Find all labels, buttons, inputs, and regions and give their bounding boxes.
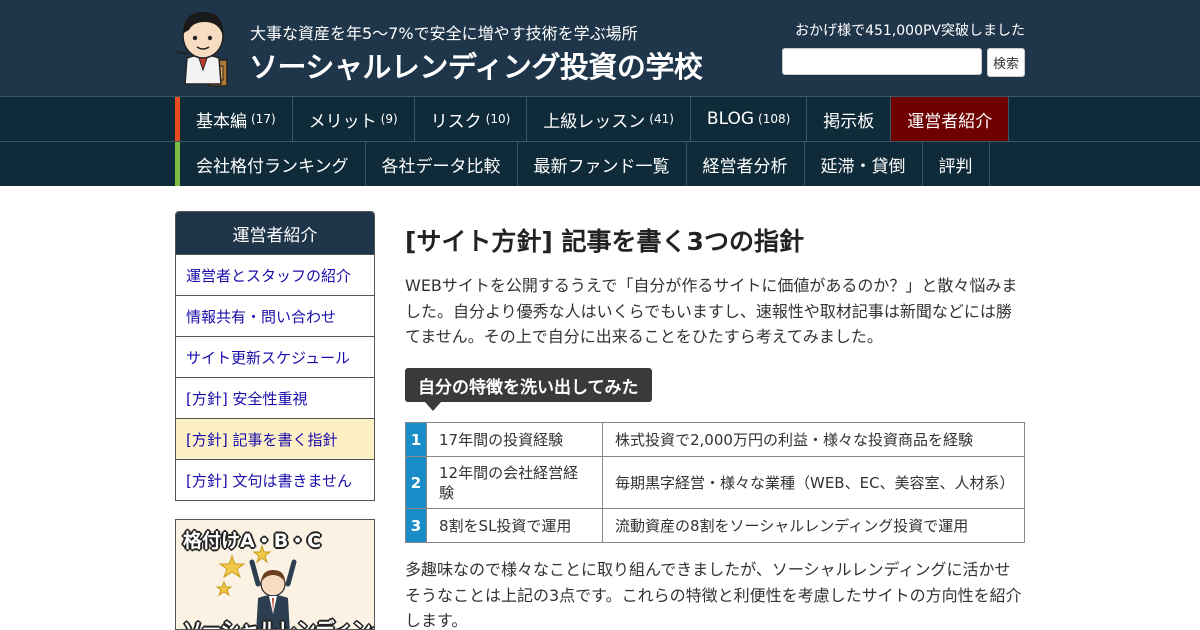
nav-item-basics[interactable]: 基本編 (17) bbox=[180, 97, 293, 141]
feature-cell: 12年間の会社経営経験 bbox=[426, 456, 603, 509]
nav-item-label: リスク bbox=[430, 111, 482, 132]
nav-item-label: 経営者分析 bbox=[702, 156, 788, 177]
sidebar-title: 運営者紹介 bbox=[176, 212, 374, 254]
nav-item-count: (17) bbox=[251, 112, 276, 126]
site-title[interactable]: ソーシャルレンディング投資の学校 bbox=[249, 44, 703, 86]
table-row: 1 17年間の投資経験 株式投資で2,000万円の利益・様々な投資商品を経験 bbox=[405, 422, 1025, 457]
teacher-avatar-icon[interactable] bbox=[175, 8, 233, 88]
nav-item-label: 上級レッスン bbox=[543, 111, 646, 132]
nav-item-forum[interactable]: 掲示板 bbox=[807, 97, 892, 141]
nav-item-count: (9) bbox=[380, 112, 398, 126]
sidebar-menu: 運営者紹介 運営者とスタッフの紹介 情報共有・問い合わせ サイト更新スケジュール… bbox=[175, 211, 375, 501]
row-number: 1 bbox=[405, 422, 427, 457]
detail-cell: 毎期黒字経営・様々な業種（WEB、EC、美容室、人材系） bbox=[602, 456, 1025, 509]
nav-item-count: (108) bbox=[758, 112, 791, 126]
section-heading: 自分の特徴を洗い出してみた bbox=[405, 368, 652, 402]
feature-cell: 17年間の投資経験 bbox=[426, 422, 603, 457]
nav-item-risks[interactable]: リスク (10) bbox=[415, 97, 528, 141]
nav-item-blog[interactable]: BLOG (108) bbox=[691, 97, 808, 141]
nav-item-merits[interactable]: メリット (9) bbox=[293, 97, 415, 141]
rating-banner[interactable]: 格付けA・B・C ソーシャルレンディング会社 bbox=[175, 519, 375, 630]
nav-item-executives[interactable]: 経営者分析 bbox=[687, 142, 805, 186]
nav-item-label: 会社格付ランキング bbox=[196, 156, 349, 177]
detail-cell: 流動資産の8割をソーシャルレンディング投資で運用 bbox=[602, 508, 1025, 543]
nav-item-label: 基本編 bbox=[196, 111, 247, 132]
table-row: 3 8割をSL投資で運用 流動資産の8割をソーシャルレンディング投資で運用 bbox=[405, 508, 1025, 543]
site-tagline: 大事な資産を年5～7%で安全に増やす技術を学ぶ場所 bbox=[250, 24, 638, 43]
sidebar-item-schedule[interactable]: サイト更新スケジュール bbox=[176, 336, 374, 377]
nav-item-defaults[interactable]: 延滞・貸倒 bbox=[805, 142, 923, 186]
article-title: [サイト方針] 記事を書く3つの指針 bbox=[405, 227, 804, 256]
nav-item-label: メリット bbox=[308, 111, 377, 132]
article-outro: 多趣味なので様々なことに取り組んできましたが、ソーシャルレンディングに活かせそう… bbox=[405, 560, 1022, 630]
nav-item-about[interactable]: 運営者紹介 bbox=[891, 97, 1010, 141]
nav-item-label: 掲示板 bbox=[823, 111, 875, 132]
nav-item-label: 延滞・貸倒 bbox=[820, 156, 906, 177]
site-header: 大事な資産を年5～7%で安全に増やす技術を学ぶ場所 ソーシャルレンディング投資の… bbox=[0, 0, 1200, 96]
article-intro: WEBサイトを公開するうえで「自分が作るサイトに価値があるのか？」と散々悩みまし… bbox=[405, 276, 1018, 346]
nav-item-funds[interactable]: 最新ファンド一覧 bbox=[518, 142, 687, 186]
sidebar-item-contact[interactable]: 情報共有・問い合わせ bbox=[176, 295, 374, 336]
table-row: 2 12年間の会社経営経験 毎期黒字経営・様々な業種（WEB、EC、美容室、人材… bbox=[405, 456, 1025, 509]
nav-item-reputation[interactable]: 評判 bbox=[923, 142, 990, 186]
feature-cell: 8割をSL投資で運用 bbox=[426, 508, 603, 543]
pageview-note: おかげ様で451,000PV突破しました bbox=[795, 23, 1025, 39]
search-button[interactable]: 検索 bbox=[987, 48, 1025, 77]
nav-item-advanced[interactable]: 上級レッスン (41) bbox=[527, 97, 691, 141]
row-number: 3 bbox=[405, 508, 427, 543]
section-heading-pointer bbox=[425, 402, 441, 411]
sidebar-item-writing-policy[interactable]: [方針] 記事を書く指針 bbox=[176, 418, 374, 459]
primary-nav: 基本編 (17) メリット (9) リスク (10) 上級レッスン (41) BLOG(… bbox=[0, 96, 1200, 141]
secondary-nav: 会社格付ランキング 各社データ比較 最新ファンド一覧 経営者分析 延滞・貸倒 評… bbox=[0, 141, 1200, 186]
search-input[interactable] bbox=[782, 48, 982, 75]
detail-cell: 株式投資で2,000万円の利益・様々な投資商品を経験 bbox=[602, 422, 1025, 457]
nav-item-ranking[interactable]: 会社格付ランキング bbox=[180, 142, 366, 186]
banner-bottom-text: ソーシャルレンディング会社 bbox=[183, 619, 374, 630]
nav-item-count: (41) bbox=[649, 112, 674, 126]
row-number: 2 bbox=[405, 456, 427, 509]
nav-item-label: 各社データ比較 bbox=[381, 156, 501, 177]
sidebar-item-no-complaints-policy[interactable]: [方針] 文句は書きません bbox=[176, 459, 374, 500]
nav-item-count: (10) bbox=[485, 112, 511, 126]
nav-item-label: 最新ファンド一覧 bbox=[533, 156, 670, 177]
sidebar-item-staff[interactable]: 運営者とスタッフの紹介 bbox=[176, 254, 374, 295]
features-table: 1 17年間の投資経験 株式投資で2,000万円の利益・様々な投資商品を経験 2… bbox=[405, 422, 1025, 543]
nav-item-label: BLOG bbox=[706, 109, 755, 129]
nav-item-label: 評判 bbox=[938, 156, 973, 177]
nav-item-compare[interactable]: 各社データ比較 bbox=[366, 142, 518, 186]
nav-item-label: 運営者紹介 bbox=[907, 111, 993, 132]
sidebar-item-safety-policy[interactable]: [方針] 安全性重視 bbox=[176, 377, 374, 418]
